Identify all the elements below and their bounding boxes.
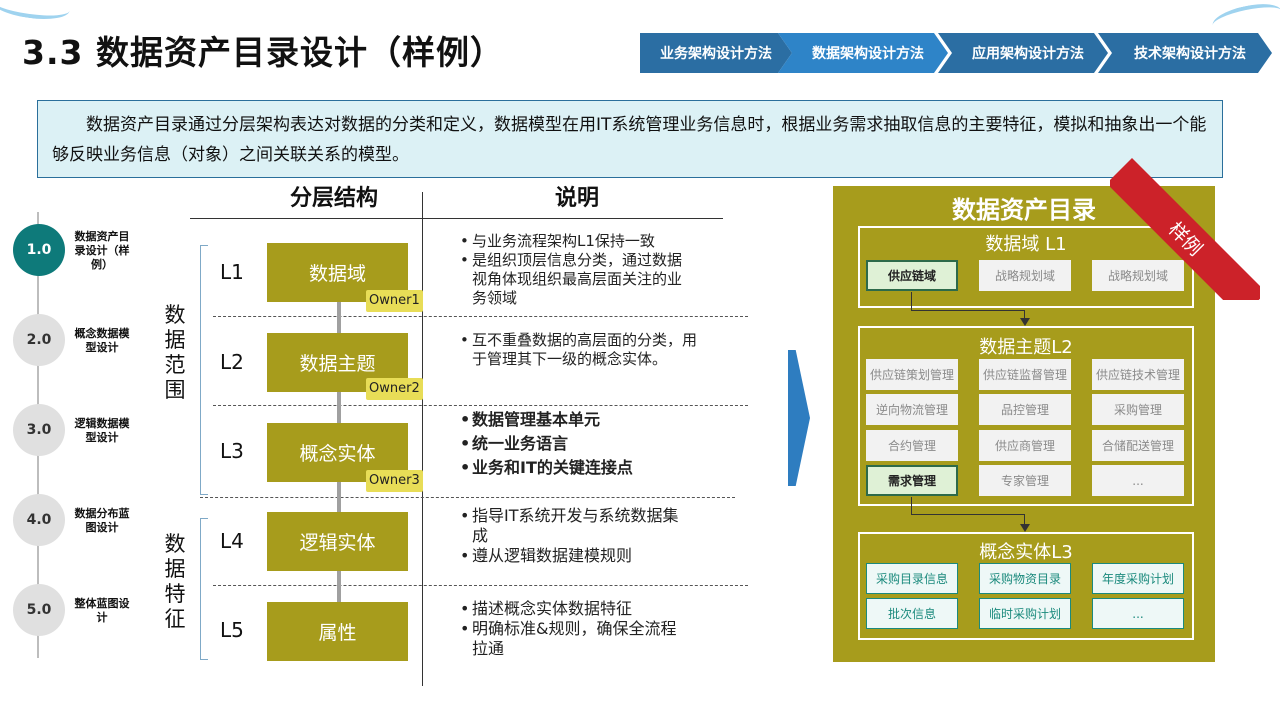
desc-item: 指导IT系统开发与系统数据集成	[458, 506, 688, 546]
connector-l1-l2	[911, 292, 1025, 311]
catalog-subject-title: 数据主题L2	[979, 337, 1073, 358]
nav-data-architecture[interactable]: 数据架构设计方法	[778, 33, 948, 73]
desc-l4: 指导IT系统开发与系统数据集成 遵从逻辑数据建模规则	[458, 506, 688, 566]
nav-business-architecture[interactable]: 业务架构设计方法	[640, 33, 792, 73]
scope-bracket	[200, 245, 208, 495]
nav-label: 技术架构设计方法	[1134, 46, 1246, 62]
catalog-subject-item[interactable]: 专家管理	[979, 465, 1071, 496]
level-code-l4: L4	[220, 529, 244, 553]
nav-technology-architecture[interactable]: 技术架构设计方法	[1098, 33, 1272, 73]
separator-l1-l2	[213, 316, 748, 317]
desc-item: 互不重叠数据的高层面的分类，用于管理其下一级的概念实体。	[458, 331, 698, 369]
catalog-entity-item[interactable]: 临时采购计划	[979, 598, 1071, 629]
feature-label: 数据特征	[164, 532, 186, 631]
catalog-domain-item[interactable]: 供应链域	[866, 260, 958, 291]
level-name: 数据主题	[299, 353, 376, 375]
step-3-circle[interactable]: 3.0	[13, 404, 65, 456]
method-nav: 业务架构设计方法 数据架构设计方法 应用架构设计方法 技术架构设计方法	[640, 33, 1272, 73]
connector-l1-l2-v	[911, 292, 912, 311]
level-box-l5: 属性	[267, 602, 408, 661]
desc-l2: 互不重叠数据的高层面的分类，用于管理其下一级的概念实体。	[458, 331, 698, 369]
desc-item: 业务和IT的关键连接点	[458, 456, 698, 480]
catalog-domain-item[interactable]: 战略规划域	[979, 260, 1071, 291]
desc-item: 遵从逻辑数据建模规则	[458, 546, 688, 566]
catalog-subject-item[interactable]: 供应链策划管理	[866, 359, 958, 390]
desc-l5: 描述概念实体数据特征 明确标准&规则，确保全流程拉通	[458, 599, 688, 659]
step-3-label: 逻辑数据模型设计	[74, 417, 130, 444]
level-name: 逻辑实体	[299, 532, 376, 554]
catalog-subject-item[interactable]: ...	[1092, 465, 1184, 496]
right-arrow-icon	[788, 350, 810, 486]
desc-item: 数据管理基本单元	[458, 408, 698, 432]
owner-tag-l3: Owner3	[366, 470, 423, 492]
level-name: 属性	[318, 622, 357, 644]
catalog-subject-item[interactable]: 供应链技术管理	[1092, 359, 1184, 390]
level-box-l4: 逻辑实体	[267, 512, 408, 571]
owner-tag-l1: Owner1	[366, 290, 423, 312]
level-code-l3: L3	[220, 439, 244, 463]
nav-label: 应用架构设计方法	[972, 46, 1084, 62]
nav-label: 数据架构设计方法	[812, 46, 924, 62]
separator-l4-l5	[213, 585, 748, 586]
step-4-circle[interactable]: 4.0	[13, 494, 65, 546]
arrow-down-icon	[1020, 318, 1030, 326]
feature-bracket	[200, 518, 208, 660]
sample-ribbon: 样例	[1110, 150, 1260, 300]
catalog-subject-item[interactable]: 逆向物流管理	[866, 394, 958, 425]
intro-text: 数据资产目录通过分层架构表达对数据的分类和定义，数据模型在用IT系统管理业务信息…	[37, 100, 1223, 178]
desc-item: 是组织顶层信息分类，通过数据视角体现组织最高层面关注的业务领域	[458, 251, 688, 308]
arrow-down-icon	[1020, 524, 1030, 532]
decor-swoosh-right	[1210, 0, 1280, 38]
catalog-subject-item[interactable]: 供应链监督管理	[979, 359, 1071, 390]
catalog-subject-item[interactable]: 供应商管理	[979, 430, 1071, 461]
catalog-entity-item[interactable]: ...	[1092, 598, 1184, 629]
nav-application-architecture[interactable]: 应用架构设计方法	[938, 33, 1108, 73]
desc-header: 说明	[555, 186, 600, 211]
level-name: 数据域	[308, 263, 366, 285]
catalog-subject-item[interactable]: 采购管理	[1092, 394, 1184, 425]
step-2-label: 概念数据模型设计	[74, 327, 130, 354]
step-2-circle[interactable]: 2.0	[13, 314, 65, 366]
level-code-l1: L1	[220, 260, 244, 284]
connector-l1-l2-v2	[1024, 310, 1025, 318]
catalog-subject-item[interactable]: 需求管理	[866, 465, 958, 496]
desc-item: 与业务流程架构L1保持一致	[458, 232, 688, 251]
step-1-circle[interactable]: 1.0	[13, 224, 65, 276]
owner-tag-l2: Owner2	[366, 378, 423, 400]
connector-l2-l3-v2	[1024, 514, 1025, 524]
catalog-entity-title: 概念实体L3	[979, 542, 1073, 563]
nav-label: 业务架构设计方法	[660, 46, 772, 62]
separator-scope-feature	[200, 497, 735, 498]
step-5-label: 整体蓝图设计	[74, 597, 130, 624]
desc-l3: 数据管理基本单元 统一业务语言 业务和IT的关键连接点	[458, 408, 698, 480]
page-title: 3.3 数据资产目录设计（样例）	[22, 33, 504, 72]
catalog-subject-item[interactable]: 合约管理	[866, 430, 958, 461]
desc-item: 统一业务语言	[458, 432, 698, 456]
separator-l2-l3	[213, 405, 748, 406]
catalog-entity-item[interactable]: 年度采购计划	[1092, 563, 1184, 594]
connector-l2-l3-h	[911, 514, 1025, 515]
column-divider	[422, 192, 423, 686]
desc-item: 明确标准&规则，确保全流程拉通	[458, 619, 688, 659]
catalog-subject-item[interactable]: 品控管理	[979, 394, 1071, 425]
layers-header: 分层结构	[290, 186, 379, 211]
catalog-entity-item[interactable]: 采购物资目录	[979, 563, 1071, 594]
level-code-l2: L2	[220, 350, 244, 374]
step-1-label: 数据资产目录设计（样例）	[74, 230, 130, 271]
scope-label: 数据范围	[164, 303, 186, 402]
connector-l1-l2-h	[911, 310, 1025, 311]
step-4-label: 数据分布蓝图设计	[74, 507, 130, 534]
sample-ribbon-label: 样例	[1110, 158, 1260, 300]
connector-l2-l3-v	[911, 497, 912, 515]
level-code-l5: L5	[220, 618, 244, 642]
catalog-entity-item[interactable]: 采购目录信息	[866, 563, 958, 594]
level-name: 概念实体	[299, 443, 376, 465]
desc-l1: 与业务流程架构L1保持一致 是组织顶层信息分类，通过数据视角体现组织最高层面关注…	[458, 232, 688, 308]
step-5-circle[interactable]: 5.0	[13, 584, 65, 636]
catalog-entity-item[interactable]: 批次信息	[866, 598, 958, 629]
header-underline	[190, 218, 723, 219]
desc-item: 描述概念实体数据特征	[458, 599, 688, 619]
decor-swoosh-left	[0, 0, 72, 24]
catalog-subject-item[interactable]: 合储配送管理	[1092, 430, 1184, 461]
